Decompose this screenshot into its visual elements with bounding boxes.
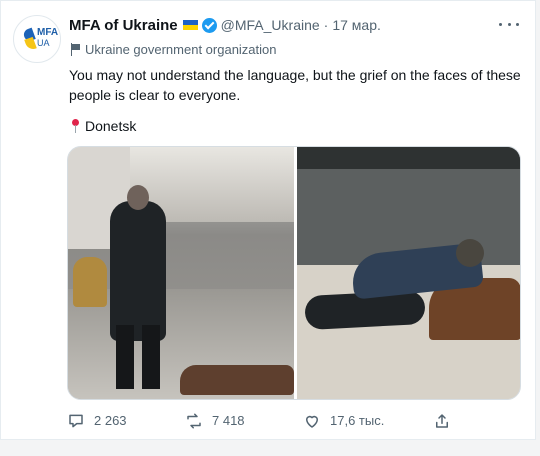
retweet-button[interactable]: 7 418: [185, 412, 303, 430]
organization-text: Ukraine government organization: [85, 41, 277, 57]
tweet-header: MFA of Ukraine @MFA_Ukraine · 17 мар.: [69, 15, 381, 35]
avatar-logo-subtext: UA: [37, 38, 50, 48]
tweet-actions: 2 263 7 418 17,6 тыс.: [67, 412, 457, 430]
like-count: 17,6 тыс.: [330, 413, 385, 428]
location-text: Donetsk: [85, 118, 137, 134]
verified-badge-icon: [201, 17, 217, 33]
avatar-logo-text: MFA: [37, 27, 59, 38]
tweet-text: You may not understand the language, but…: [69, 67, 521, 103]
photo-grieving-man[interactable]: [68, 147, 294, 399]
tweet-date[interactable]: 17 мар.: [332, 17, 381, 33]
reply-count: 2 263: [94, 413, 127, 428]
government-flag-icon: [69, 42, 81, 56]
organization-label: Ukraine government organization: [69, 41, 277, 57]
like-button[interactable]: 17,6 тыс.: [303, 412, 421, 430]
header-separator: ·: [323, 17, 329, 33]
like-icon: [306, 415, 318, 428]
tweet-card[interactable]: MFA UA MFA of Ukraine @MFA_Ukraine · 17 …: [0, 0, 536, 440]
retweet-count: 7 418: [212, 413, 245, 428]
author-name[interactable]: MFA of Ukraine: [69, 17, 178, 34]
reply-button[interactable]: 2 263: [67, 412, 185, 430]
author-handle[interactable]: @MFA_Ukraine: [221, 17, 320, 33]
photo-grieving-person[interactable]: [297, 147, 520, 399]
ukraine-flag-icon: [182, 20, 198, 30]
media-grid[interactable]: [67, 146, 521, 400]
avatar[interactable]: MFA UA: [13, 15, 61, 63]
pin-icon: [69, 118, 81, 134]
more-icon[interactable]: [499, 17, 519, 31]
reply-icon: [69, 414, 83, 428]
location-tag[interactable]: Donetsk: [69, 118, 136, 134]
retweet-icon: [187, 413, 201, 429]
share-icon[interactable]: [433, 412, 451, 430]
